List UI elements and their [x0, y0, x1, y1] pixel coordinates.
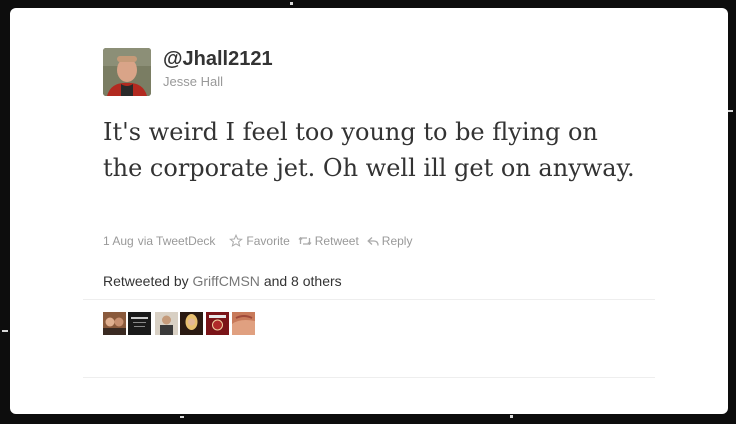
- retweeter-avatar-image: [232, 312, 255, 335]
- retweeter-link[interactable]: GriffCMSN: [193, 273, 260, 289]
- background-speck: [728, 110, 733, 112]
- tweet-card: @Jhall2121 Jesse Hall It's weird I feel …: [10, 8, 728, 414]
- retweeter-avatar-image: [206, 312, 229, 335]
- divider: [83, 299, 655, 300]
- retweeted-by-prefix: Retweeted by: [103, 273, 189, 289]
- retweeter-avatar[interactable]: [128, 312, 151, 335]
- retweet-icon: [298, 236, 312, 246]
- retweet-button[interactable]: Retweet: [298, 234, 359, 248]
- retweeter-avatar-image: [155, 312, 178, 335]
- background-speck: [180, 416, 184, 418]
- retweeter-avatar-image: [103, 312, 126, 335]
- via-label: via: [137, 234, 154, 248]
- retweeter-avatar[interactable]: [232, 312, 255, 335]
- reply-label: Reply: [381, 234, 413, 248]
- divider: [83, 377, 655, 378]
- background-speck: [2, 330, 8, 332]
- tweet-meta: 1 Aug via TweetDeck Favorite Retweet Rep…: [103, 234, 412, 248]
- avatar-image: [103, 48, 151, 96]
- client-link[interactable]: TweetDeck: [156, 234, 215, 248]
- reply-icon: [367, 236, 379, 246]
- star-icon: [229, 234, 244, 247]
- avatar[interactable]: [103, 48, 151, 96]
- retweeted-by-suffix[interactable]: and 8 others: [264, 273, 342, 289]
- retweeter-avatar[interactable]: [155, 312, 178, 335]
- retweet-label: Retweet: [314, 234, 359, 248]
- retweeted-by: Retweeted by GriffCMSN and 8 others: [103, 273, 342, 289]
- favorite-label: Favorite: [246, 234, 290, 248]
- screen-name[interactable]: @Jhall2121: [163, 48, 273, 71]
- retweeter-avatar[interactable]: [180, 312, 203, 335]
- retweeter-avatar[interactable]: [103, 312, 126, 335]
- favorite-button[interactable]: Favorite: [229, 234, 290, 248]
- retweeter-avatar[interactable]: [206, 312, 229, 335]
- reply-button[interactable]: Reply: [367, 234, 413, 248]
- retweeter-avatar-image: [128, 312, 151, 335]
- full-name: Jesse Hall: [163, 74, 223, 89]
- tweet-text: It's weird I feel too young to be flying…: [103, 118, 635, 182]
- background-speck: [290, 2, 293, 5]
- background-speck: [510, 415, 513, 418]
- retweeter-avatar-image: [180, 312, 203, 335]
- timestamp[interactable]: 1 Aug: [103, 234, 134, 248]
